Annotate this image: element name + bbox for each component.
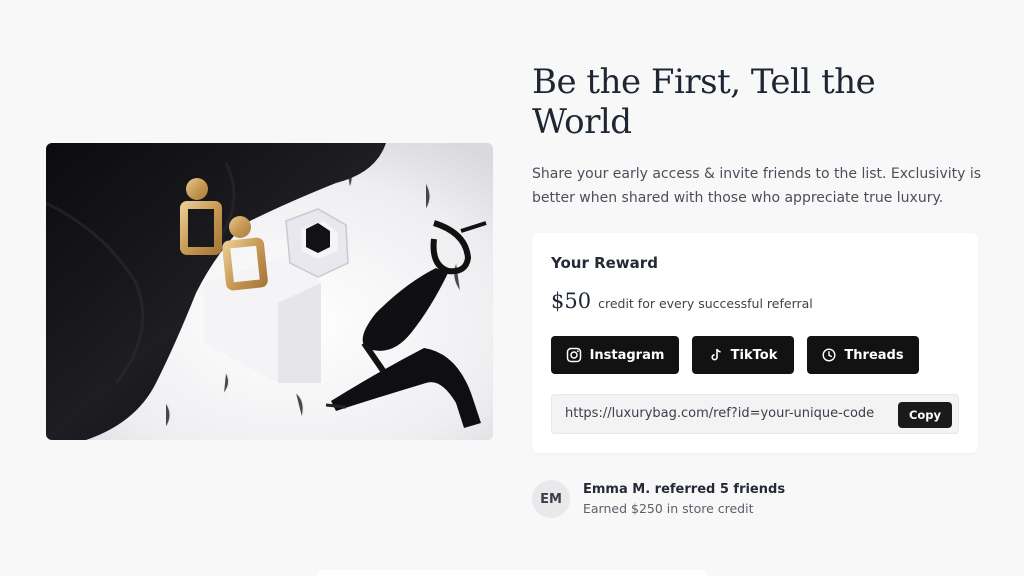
tiktok-icon	[709, 348, 723, 362]
bottom-card-edge	[318, 570, 706, 576]
tiktok-label: TikTok	[730, 347, 778, 363]
fashion-photo-illustration	[46, 143, 493, 440]
tiktok-share-button[interactable]: TikTok	[692, 336, 794, 374]
social-share-row: Instagram TikTok Threads	[551, 336, 919, 374]
instagram-share-button[interactable]: Instagram	[551, 336, 679, 374]
hero-product-image	[46, 143, 493, 440]
threads-icon	[822, 348, 836, 362]
instagram-label: Instagram	[589, 347, 665, 363]
copy-button[interactable]: Copy	[898, 402, 952, 428]
testimonial-name-line: Emma M. referred 5 friends	[583, 482, 786, 497]
reward-line: $50 credit for every successful referral	[551, 289, 813, 313]
reward-amount: $50	[551, 289, 592, 313]
page-subtext: Share your early access & invite friends…	[532, 166, 982, 206]
reward-card: Your Reward $50 credit for every success…	[532, 233, 978, 453]
avatar: EM	[532, 480, 570, 518]
page-headline: Be the First, Tell the World	[532, 62, 876, 142]
reward-description: credit for every successful referral	[598, 296, 813, 311]
instagram-icon	[566, 347, 582, 363]
threads-label: Threads	[844, 347, 904, 363]
referral-link-box: https://luxurybag.com/ref?id=your-unique…	[551, 394, 959, 434]
reward-title: Your Reward	[551, 254, 658, 272]
threads-share-button[interactable]: Threads	[807, 336, 919, 374]
testimonial-detail-line: Earned $250 in store credit	[583, 501, 754, 516]
referral-url-field[interactable]: https://luxurybag.com/ref?id=your-unique…	[565, 406, 885, 421]
